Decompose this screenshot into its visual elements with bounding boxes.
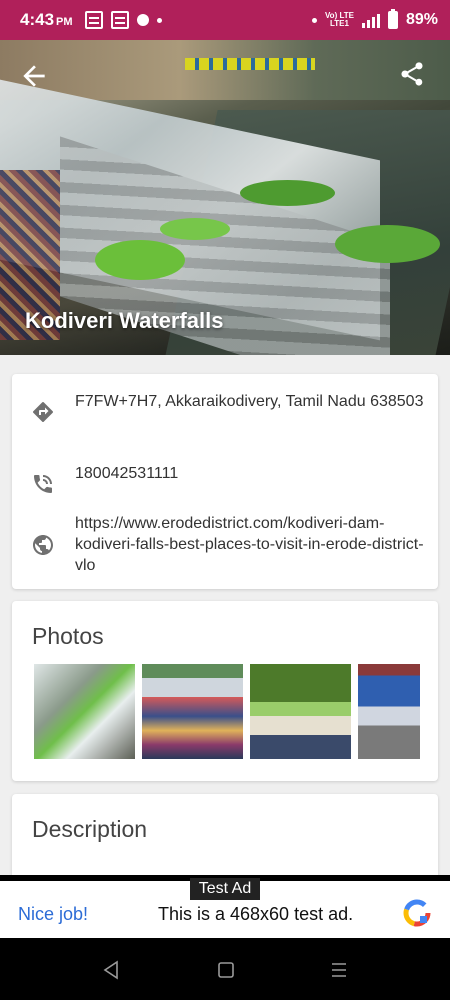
status-time-value: 4:43 <box>20 10 55 29</box>
description-card: Description <box>12 794 438 875</box>
photos-card: Photos <box>12 601 438 781</box>
phone-text: 180042531111 <box>75 465 179 482</box>
message-notification-icon <box>84 11 103 29</box>
document-notification-icon <box>110 11 129 29</box>
content-area[interactable]: F7FW+7H7, Akkaraikodivery, Tamil Nadu 63… <box>0 355 450 875</box>
status-ampm: PM <box>56 16 73 28</box>
hero-grass <box>335 225 440 263</box>
arrow-back-icon <box>23 65 45 87</box>
website-row[interactable]: https://www.erodedistrict.com/kodiveri-d… <box>12 513 438 576</box>
status-time: 4:43 PM <box>20 10 73 30</box>
app-notification-icon <box>136 14 149 26</box>
photo-thumbnail-waterfall[interactable] <box>34 664 135 759</box>
system-icons: Vo) LTE LTE1 89% <box>311 9 438 29</box>
place-title: Kodiveri Waterfalls <box>25 308 224 333</box>
nav-back-icon[interactable] <box>100 958 124 982</box>
website-text: https://www.erodedistrict.com/kodiveri-d… <box>75 515 424 574</box>
globe-icon <box>33 535 53 555</box>
description-heading: Description <box>32 816 148 842</box>
hero-grass <box>160 218 230 240</box>
hero-image: Kodiveri Waterfalls <box>0 40 450 355</box>
test-ad-tag: Test Ad <box>190 878 260 900</box>
hero-grass <box>95 240 185 280</box>
notification-icons <box>84 11 162 29</box>
photo-strip[interactable] <box>34 664 438 759</box>
photo-thumbnail-building[interactable] <box>358 664 420 759</box>
share-button[interactable] <box>398 60 430 92</box>
photos-heading: Photos <box>32 623 104 649</box>
ad-banner[interactable]: Test Ad Nice job! This is a 468x60 test … <box>0 878 450 938</box>
ad-cta-link[interactable]: Nice job! <box>18 904 88 925</box>
status-bar: 4:43 PM Vo) LTE LTE1 89% <box>0 0 450 40</box>
battery-percent: 89% <box>405 11 438 28</box>
address-row[interactable]: F7FW+7H7, Akkaraikodivery, Tamil Nadu 63… <box>12 391 438 424</box>
hero-top-bank <box>0 40 450 100</box>
ad-logo-icon[interactable] <box>401 897 433 929</box>
ad-message: This is a 468x60 test ad. <box>158 904 354 924</box>
phone-in-talk-icon <box>34 475 52 493</box>
system-navigation-bar <box>0 938 450 1000</box>
nav-home-icon[interactable] <box>214 958 238 982</box>
back-button[interactable] <box>18 60 50 92</box>
nav-recents-icon[interactable] <box>327 958 351 982</box>
hero-railing <box>185 58 315 70</box>
network-type-icon: Vo) LTE LTE1 <box>325 12 354 28</box>
battery-icon <box>387 9 398 29</box>
phone-row[interactable]: 180042531111 <box>12 463 438 496</box>
hero-grass <box>240 180 335 206</box>
photo-thumbnail-crowd[interactable] <box>142 664 243 759</box>
status-dot-icon <box>311 17 317 23</box>
directions-icon <box>33 402 53 422</box>
more-notifications-dot-icon <box>156 17 162 23</box>
signal-icon <box>361 12 380 28</box>
info-card: F7FW+7H7, Akkaraikodivery, Tamil Nadu 63… <box>12 374 438 589</box>
share-icon <box>401 62 423 86</box>
photo-thumbnail-gate[interactable] <box>250 664 351 759</box>
network-label-bottom: LTE1 <box>329 19 349 28</box>
address-text: F7FW+7H7, Akkaraikodivery, Tamil Nadu 63… <box>75 393 424 410</box>
